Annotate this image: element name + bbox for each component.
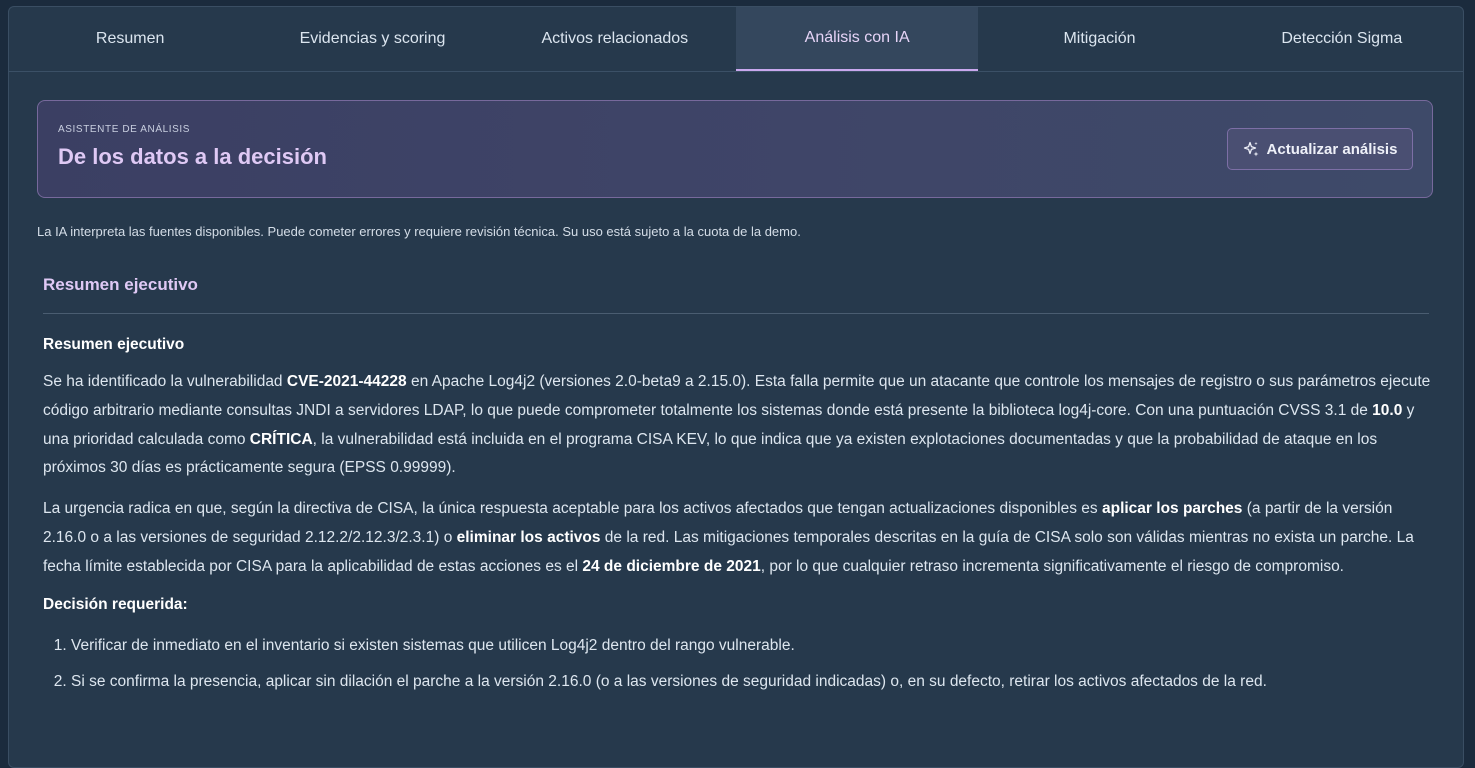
decision-item: Si se confirma la presencia, aplicar sin… [71, 664, 1435, 700]
report-heading: Resumen ejecutivo [43, 336, 185, 353]
tab-evidencias-scoring[interactable]: Evidencias y scoring [251, 7, 493, 71]
refresh-analysis-button[interactable]: Actualizar análisis [1227, 128, 1413, 170]
decision-list: Verificar de inmediato en el inventario … [43, 628, 1435, 700]
report-paragraph-2: La urgencia radica en que, según la dire… [43, 500, 1414, 575]
ai-disclaimer: La IA interpreta las fuentes disponibles… [37, 224, 801, 239]
tab-mitigacion[interactable]: Mitigación [978, 7, 1220, 71]
tab-analisis-ia[interactable]: Análisis con IA [735, 7, 979, 71]
section-title: Resumen ejecutivo [43, 275, 198, 294]
assistant-eyebrow: ASISTENTE DE ANÁLISIS [58, 124, 191, 135]
tab-deteccion-sigma[interactable]: Detección Sigma [1221, 7, 1463, 71]
decision-item: Verificar de inmediato en el inventario … [71, 628, 1435, 664]
tab-bar: Resumen Evidencias y scoring Activos rel… [9, 7, 1463, 72]
section-divider [43, 313, 1429, 314]
report-paragraph-1: Se ha identificado la vulnerabilidad CVE… [43, 373, 1431, 477]
assistant-header-card: ASISTENTE DE ANÁLISIS De los datos a la … [37, 100, 1433, 198]
tab-resumen[interactable]: Resumen [9, 7, 251, 71]
analysis-panel: Resumen Evidencias y scoring Activos rel… [8, 6, 1464, 768]
refresh-analysis-label: Actualizar análisis [1266, 140, 1398, 158]
sparkle-icon [1243, 141, 1259, 157]
ai-report-content: Resumen ejecutivo Se ha identificado la … [43, 334, 1435, 700]
tab-activos-relacionados[interactable]: Activos relacionados [494, 7, 736, 71]
decision-heading: Decisión requerida: [43, 595, 188, 613]
assistant-title: De los datos a la decisión [58, 144, 327, 169]
